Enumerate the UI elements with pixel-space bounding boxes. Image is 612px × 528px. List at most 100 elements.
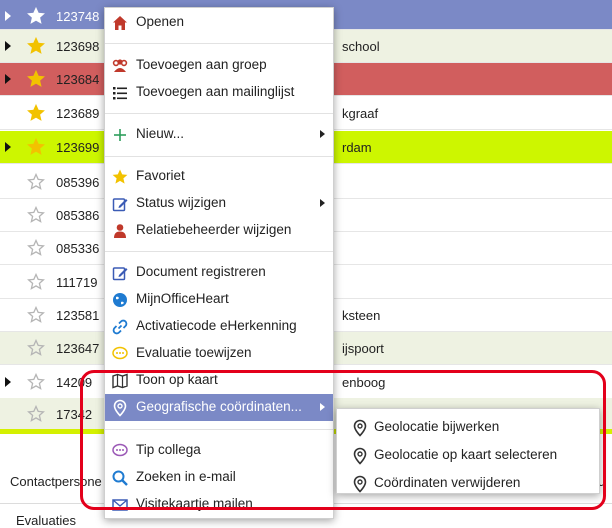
location-pin-icon: [351, 447, 367, 465]
menu-separator: [105, 113, 333, 114]
globe-icon: [111, 291, 129, 309]
menu-item-document-registreren[interactable]: Document registreren: [105, 259, 333, 286]
menu-item-label: Visitekaartje mailen: [136, 496, 253, 511]
context-menu: Openen Toevoegen aan groep Toevoegen aan m…: [104, 7, 334, 519]
submenu-item-geolocatie-op-kaart-selecteren[interactable]: Geolocatie op kaart selecteren: [337, 441, 599, 468]
edit-icon: [111, 195, 129, 213]
mail-icon: [111, 496, 129, 514]
star-outline-icon[interactable]: [27, 238, 45, 257]
row-name: school: [342, 39, 380, 54]
star-outline-icon[interactable]: [27, 272, 45, 291]
star-outline-icon[interactable]: [27, 404, 45, 423]
edit-doc-icon: [111, 264, 129, 282]
star-outline-icon[interactable]: [27, 372, 45, 391]
row-number: 085386: [56, 208, 100, 223]
star-outline-icon[interactable]: [27, 305, 45, 324]
menu-item-toon-op-kaart[interactable]: Toon op kaart: [105, 367, 333, 394]
evaluaties-label: Evaluaties: [16, 513, 76, 528]
menu-item-label: Relatiebeheerder wijzigen: [136, 222, 292, 237]
expand-arrow-icon[interactable]: [5, 377, 11, 387]
row-number: 123581: [56, 308, 100, 323]
menu-item-label: Toevoegen aan groep: [136, 57, 267, 72]
menu-separator: [105, 43, 333, 44]
menu-item-label: Toon op kaart: [136, 372, 218, 387]
menu-item-label: Geografische coördinaten...: [136, 399, 302, 414]
list-icon: [111, 84, 129, 102]
menu-item-toevoegen-aan-mailinglijst[interactable]: Toevoegen aan mailinglijst: [105, 79, 333, 106]
submenu-item-label: Geolocatie bijwerken: [374, 419, 500, 434]
menu-item-tip-collega[interactable]: Tip collega: [105, 437, 333, 464]
menu-item-label: Zoeken in e-mail: [136, 469, 236, 484]
expand-arrow-icon[interactable]: [5, 11, 11, 21]
menu-item-relatiebeheerder-wijzigen[interactable]: Relatiebeheerder wijzigen: [105, 217, 333, 244]
row-number: 123689: [56, 106, 100, 121]
home-icon: [111, 14, 129, 32]
group-icon: [111, 57, 129, 75]
chat-icon: [111, 442, 129, 460]
row-number: 085336: [56, 241, 100, 256]
menu-item-label: Nieuw...: [136, 126, 185, 141]
location-pin-icon: [351, 475, 367, 493]
expand-arrow-icon[interactable]: [5, 142, 11, 152]
menu-item-label: Toevoegen aan mailinglijst: [136, 84, 295, 99]
star-outline-icon[interactable]: [27, 338, 45, 357]
row-number: 111719: [56, 275, 98, 290]
star-outline-icon[interactable]: [27, 205, 45, 224]
menu-item-label: Favoriet: [136, 168, 185, 183]
menu-item-activatiecode-eherkenning[interactable]: Activatiecode eHerkenning: [105, 313, 333, 340]
tab-contactpersonen[interactable]: Contactpersone: [10, 474, 102, 489]
star-filled-icon[interactable]: [27, 36, 45, 55]
submenu-item-label: Geolocatie op kaart selecteren: [374, 447, 558, 462]
menu-item-mijnofficeheart[interactable]: MijnOfficeHeart: [105, 286, 333, 313]
menu-separator: [105, 156, 333, 157]
search-icon: [111, 469, 129, 487]
row-number: 085396: [56, 175, 100, 190]
star-filled-icon[interactable]: [27, 6, 45, 25]
row-name: kgraaf: [342, 106, 379, 121]
row-number: 123699: [56, 140, 100, 155]
submenu-arrow-icon: [320, 130, 325, 138]
row-number: 17342: [56, 407, 93, 422]
menu-separator: [105, 251, 333, 252]
menu-item-geografische-co-rdinaten[interactable]: Geografische coördinaten...: [105, 394, 333, 421]
menu-item-evaluatie-toewijzen[interactable]: Evaluatie toewijzen: [105, 340, 333, 367]
menu-item-label: Tip collega: [136, 442, 201, 457]
menu-item-openen[interactable]: Openen: [105, 9, 333, 36]
menu-item-toevoegen-aan-groep[interactable]: Toevoegen aan groep: [105, 52, 333, 79]
row-name: ksteen: [342, 308, 381, 323]
menu-item-favoriet[interactable]: Favoriet: [105, 163, 333, 190]
menu-item-zoeken-in-e-mail[interactable]: Zoeken in e-mail: [105, 464, 333, 491]
menu-item-visitekaartje-mailen[interactable]: Visitekaartje mailen: [105, 491, 333, 518]
location-pin-icon: [351, 419, 367, 437]
menu-separator: [105, 429, 333, 430]
submenu-item-geolocatie-bijwerken[interactable]: Geolocatie bijwerken: [337, 413, 599, 440]
menu-item-label: Evaluatie toewijzen: [136, 345, 252, 360]
submenu-arrow-icon: [320, 199, 325, 207]
person-icon: [111, 222, 129, 240]
link-icon: [111, 318, 129, 336]
submenu-item-coordinaten-verwijderen[interactable]: Coördinaten verwijderen: [337, 469, 599, 496]
menu-item-label: Activatiecode eHerkenning: [136, 318, 297, 333]
menu-item-nieuw[interactable]: Nieuw...: [105, 121, 333, 148]
geo-submenu: Geolocatie bijwerken Geolocatie op kaart …: [336, 408, 600, 494]
star-filled-icon[interactable]: [27, 103, 45, 122]
expand-arrow-icon[interactable]: [5, 41, 11, 51]
row-name: enboog: [342, 375, 386, 390]
menu-item-status-wijzigen[interactable]: Status wijzigen: [105, 190, 333, 217]
row-number: 123748: [56, 9, 100, 24]
star-outline-icon[interactable]: [27, 172, 45, 191]
row-number: 123684: [56, 72, 100, 87]
menu-item-label: Status wijzigen: [136, 195, 227, 210]
row-number: 123698: [56, 39, 100, 54]
row-number: 123647: [56, 341, 100, 356]
submenu-item-label: Coördinaten verwijderen: [374, 475, 521, 490]
map-icon: [111, 372, 129, 390]
star-filled-icon[interactable]: [27, 69, 45, 88]
star-icon: [111, 168, 129, 186]
plus-icon: [111, 126, 129, 144]
expand-arrow-icon[interactable]: [5, 74, 11, 84]
location-pin-icon: [111, 399, 129, 417]
menu-item-label: Document registreren: [136, 264, 266, 279]
comment-icon: [111, 345, 129, 363]
star-filled-icon[interactable]: [27, 137, 45, 156]
